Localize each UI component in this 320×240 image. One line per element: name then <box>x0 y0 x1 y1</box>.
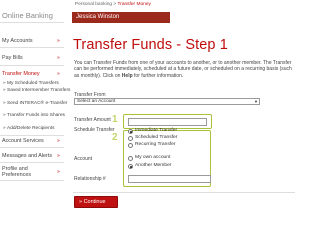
relationship-label: Relationship # <box>74 176 106 182</box>
radio-icon[interactable] <box>128 156 133 161</box>
continue-button[interactable]: » Continue <box>74 196 118 208</box>
intro-text: You can Transfer Funds from one of your … <box>74 60 296 79</box>
divider <box>0 47 64 48</box>
chevron-right-icon[interactable]: » <box>57 71 60 77</box>
user-name-bar: Jessica Winston <box>72 12 170 23</box>
sidebar-subitem-label: My Scheduled Transfers <box>7 81 59 86</box>
transfer-from-select[interactable]: Select an Account ▼ <box>74 98 260 105</box>
radio-selected-icon[interactable] <box>128 129 133 134</box>
transfer-from-value: Select an Account <box>77 99 116 104</box>
divider <box>0 65 64 66</box>
intro-text-part: for further information. <box>132 72 184 79</box>
sidebar-item-account-services[interactable]: Account Services <box>2 138 44 144</box>
relationship-number-input[interactable] <box>128 175 211 183</box>
radio-label: Recurring Transfer <box>135 142 176 147</box>
transfer-amount-label: Transfer Amount <box>74 117 111 123</box>
help-link[interactable]: Help <box>122 73 133 79</box>
sidebar-item-profile-preferences[interactable]: Profile and Preferences <box>2 166 54 179</box>
transfer-amount-input[interactable] <box>128 118 207 126</box>
sidebar-item-pay-bills[interactable]: Pay Bills <box>2 55 23 61</box>
chevron-right-icon[interactable]: » <box>57 38 60 44</box>
step-number-1: 1 <box>112 114 118 125</box>
chevron-right-icon[interactable]: » <box>57 138 60 144</box>
dropdown-arrow-icon: ▼ <box>254 99 258 104</box>
breadcrumb-current[interactable]: Transfer Money <box>117 2 150 7</box>
divider <box>0 22 64 23</box>
radio-label: Scheduled Transfer <box>135 135 178 140</box>
divider <box>0 135 64 136</box>
schedule-transfer-label: Schedule Transfer <box>74 127 115 133</box>
radio-selected-icon[interactable] <box>128 164 133 169</box>
radio-label: Immediate Transfer <box>135 128 178 133</box>
divider <box>0 180 64 181</box>
radio-label: Another Member <box>135 163 172 168</box>
bullet-icon: » <box>3 126 6 131</box>
radio-icon[interactable] <box>128 143 133 148</box>
step-number-2: 2 <box>112 132 118 143</box>
breadcrumb: Personal banking > Transfer Money <box>75 2 151 7</box>
sidebar-item-messages-alerts[interactable]: Messages and Alerts <box>2 153 52 159</box>
bullet-icon: » <box>3 88 6 93</box>
sidebar-subitem-label: Add/Delete Recipients <box>7 126 55 131</box>
sidebar-subitem-label: Saved Intermember Transfers <box>7 88 71 93</box>
user-name: Jessica Winston <box>76 14 120 20</box>
radio-label: My own account <box>135 155 171 160</box>
chevron-right-icon[interactable]: » <box>57 153 60 159</box>
divider <box>73 192 295 193</box>
bullet-icon: » <box>3 101 6 106</box>
sidebar-subitem-label: Transfer Funds into Shares <box>7 113 65 118</box>
sidebar-item-transfer-money[interactable]: Transfer Money <box>2 71 40 77</box>
sidebar-title: Online Banking <box>2 11 53 20</box>
continue-button-label: » Continue <box>79 199 106 205</box>
chevron-right-icon[interactable]: » <box>57 55 60 61</box>
sidebar: Online Banking My Accounts » Pay Bills »… <box>0 0 70 215</box>
sidebar-subitem-label: Send INTERAC® e-Transfer <box>7 101 68 106</box>
radio-icon[interactable] <box>128 136 133 141</box>
page-title: Transfer Funds - Step 1 <box>73 37 228 53</box>
account-label: Account <box>74 156 93 162</box>
bullet-icon: » <box>3 113 6 118</box>
chevron-right-icon[interactable]: » <box>57 169 60 175</box>
sidebar-item-my-accounts[interactable]: My Accounts <box>2 38 33 44</box>
breadcrumb-home[interactable]: Personal banking <box>75 2 112 7</box>
divider <box>0 147 64 148</box>
bullet-icon: » <box>3 81 6 86</box>
divider <box>0 162 64 163</box>
